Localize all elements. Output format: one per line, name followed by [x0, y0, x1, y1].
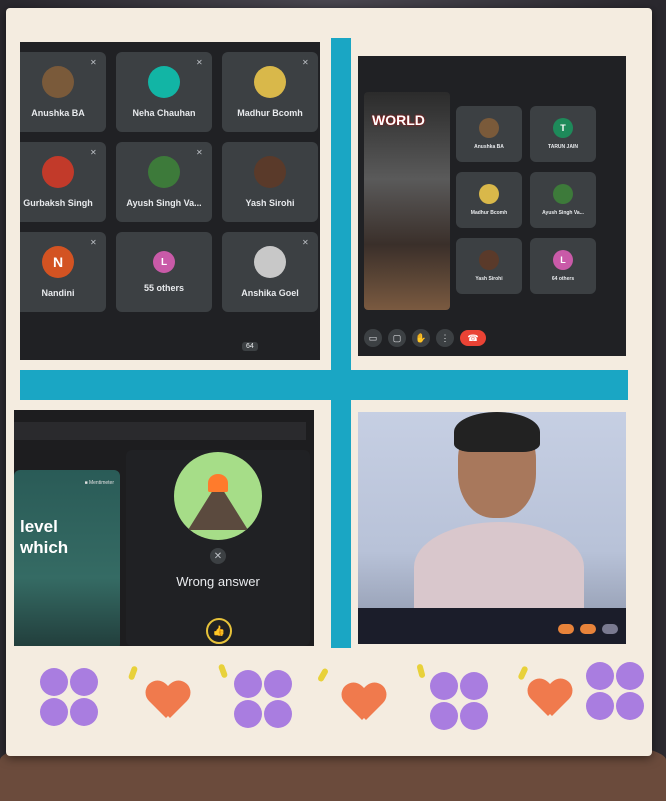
flower-decoration	[234, 670, 296, 732]
sparkle-decoration	[127, 665, 139, 681]
mic-off-icon: ✕	[90, 58, 97, 67]
participant-tile: Anushka BA	[456, 106, 522, 162]
avatar	[254, 156, 286, 188]
sparkle-decoration	[316, 667, 330, 683]
mic-off-icon: ✕	[196, 58, 203, 67]
quiz-result-text: Wrong answer	[176, 574, 260, 589]
control-button[interactable]	[580, 624, 596, 634]
speaker-shirt	[414, 522, 584, 612]
sparkle-decoration	[217, 663, 229, 679]
mic-off-icon: ✕	[196, 148, 203, 157]
speaker-video-panel	[358, 412, 626, 644]
participant-name: Yash Sirohi	[245, 198, 295, 208]
participant-name: Ayush Singh Va...	[126, 198, 202, 208]
control-button[interactable]	[558, 624, 574, 634]
end-call-button[interactable]: ☎	[460, 330, 486, 346]
captions-button[interactable]: ▭	[364, 329, 382, 347]
video-logo: WORLD	[372, 112, 425, 128]
control-button[interactable]	[602, 624, 618, 634]
flower-decoration	[40, 668, 102, 730]
raise-hand-button[interactable]: ✋	[412, 329, 430, 347]
others-tile[interactable]: L 64 others	[530, 238, 596, 294]
participant-name: TARUN JAIN	[548, 144, 578, 150]
speaker-hair	[454, 412, 540, 452]
mic-off-icon: ✕	[302, 238, 309, 247]
participant-name: Madhur Bcomh	[470, 210, 508, 216]
avatar	[42, 66, 74, 98]
slide-card: ■ Mentimeter level which	[14, 470, 120, 646]
participant-name: Madhur Bcomh	[237, 108, 303, 118]
participant-name: 64 others	[551, 276, 575, 282]
slide-text-line-2: which	[20, 538, 69, 557]
participant-name: Yash Sirohi	[475, 276, 503, 282]
slide-text-line-1: level	[20, 517, 58, 536]
avatar	[479, 250, 499, 270]
slide-text: level which	[20, 516, 68, 558]
video-control-bar	[358, 608, 626, 644]
mic-off-icon: ✕	[90, 238, 97, 247]
participant-tile: Yash Sirohi	[456, 238, 522, 294]
photo-collage-frame: ✕ Anushka BA ✕ Neha Chauhan ✕ Madhur Bco…	[6, 8, 652, 756]
teal-divider-vertical	[331, 38, 351, 648]
participant-tile: ✕ Neha Chauhan	[116, 52, 212, 132]
avatar: L	[153, 251, 175, 273]
avatar	[479, 184, 499, 204]
heart-decoration	[528, 680, 572, 724]
meet-toolbar: ▭ ▢ ✋ ⋮ ☎	[358, 326, 626, 350]
avatar: N	[42, 246, 74, 278]
participant-count-badge: 64	[242, 342, 258, 351]
browser-address-bar[interactable]	[14, 422, 306, 440]
avatar	[254, 246, 286, 278]
present-button[interactable]: ▢	[388, 329, 406, 347]
shared-video: WORLD	[364, 92, 450, 310]
avatar: T	[553, 118, 573, 138]
participant-tile: ✕ N Nandini	[20, 232, 106, 312]
participant-name: Anushka BA	[474, 144, 504, 150]
quiz-panel: ■ Mentimeter level which ✕ Wrong answer …	[14, 410, 314, 646]
participant-tile: Yash Sirohi	[222, 142, 318, 222]
avatar	[553, 184, 573, 204]
sparkle-decoration	[416, 663, 426, 679]
participant-tile: ✕ Madhur Bcomh	[222, 52, 318, 132]
participant-tile: Ayush Singh Va...	[530, 172, 596, 228]
flower-decoration	[430, 672, 492, 734]
participant-tile: ✕ Anushka BA	[20, 52, 106, 132]
heart-decoration	[342, 684, 386, 728]
meet-video-panel: WORLD Anushka BA T TARUN JAIN Madhur Bco…	[358, 56, 626, 356]
avatar	[148, 66, 180, 98]
participant-name: Gurbaksh Singh	[23, 198, 93, 208]
avatar	[479, 118, 499, 138]
participant-name: Nandini	[41, 288, 75, 298]
mentimeter-brand: ■ Mentimeter	[84, 480, 114, 486]
participant-name: Ayush Singh Va...	[542, 210, 584, 216]
avatar	[148, 156, 180, 188]
participant-tile: Madhur Bcomh	[456, 172, 522, 228]
flower-decoration	[586, 662, 648, 724]
meet-grid-panel: ✕ Anushka BA ✕ Neha Chauhan ✕ Madhur Bco…	[20, 42, 320, 360]
close-icon: ✕	[210, 548, 226, 564]
participant-tile: ✕ Ayush Singh Va...	[116, 142, 212, 222]
participant-tile: ✕ Gurbaksh Singh	[20, 142, 106, 222]
avatar	[42, 156, 74, 188]
participant-tile: T TARUN JAIN	[530, 106, 596, 162]
avatar: L	[553, 250, 573, 270]
others-tile[interactable]: L 55 others	[116, 232, 212, 312]
participant-name: Anshika Goel	[241, 288, 299, 298]
sparkle-decoration	[517, 665, 529, 681]
decoration-strip	[20, 658, 644, 754]
heart-decoration	[146, 682, 190, 726]
participant-tile: ✕ Anshika Goel	[222, 232, 318, 312]
more-options-button[interactable]: ⋮	[436, 329, 454, 347]
participant-name: Anushka BA	[31, 108, 85, 118]
mic-off-icon: ✕	[90, 148, 97, 157]
mic-off-icon: ✕	[302, 58, 309, 67]
thumbs-up-button[interactable]: 👍	[206, 618, 232, 644]
volcano-icon	[174, 452, 262, 540]
participant-name: 55 others	[143, 283, 185, 293]
quiz-result-card: ✕ Wrong answer 👍	[126, 450, 310, 646]
avatar	[254, 66, 286, 98]
teal-divider-horizontal	[20, 370, 628, 400]
participant-name: Neha Chauhan	[132, 108, 196, 118]
